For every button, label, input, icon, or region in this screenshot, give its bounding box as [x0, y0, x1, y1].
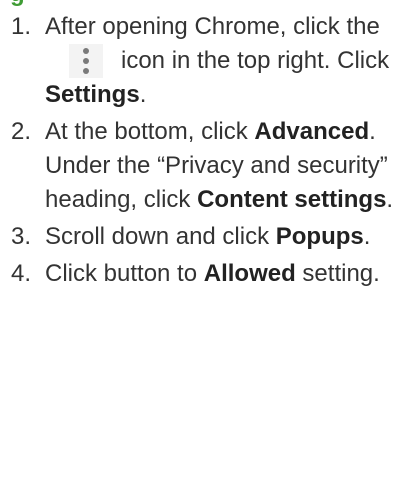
step-keyword: Allowed — [203, 260, 296, 287]
list-item: 2. At the bottom, click Advanced. Under … — [11, 115, 403, 217]
step-number: 2. — [11, 118, 32, 145]
list-item: 3. Scroll down and click Popups. — [11, 220, 403, 254]
section-heading-partial: g — [10, 0, 25, 6]
step-keyword: Popups — [275, 223, 364, 250]
step-text: icon in the top right. Click — [121, 47, 390, 74]
step-text: Scroll down and click — [45, 223, 276, 250]
step-text: At the bottom, click — [45, 118, 255, 145]
step-number: 3. — [11, 223, 32, 250]
list-item: 4. Click button to Allowed setting. — [11, 257, 403, 291]
step-keyword: Settings — [45, 81, 140, 108]
step-number: 4. — [11, 260, 32, 287]
step-keyword: Advanced — [254, 118, 370, 145]
step-text: setting. — [295, 260, 380, 287]
step-text: . — [386, 186, 394, 213]
step-text: . — [139, 81, 147, 108]
step-number: 1. — [11, 13, 32, 40]
step-text: Click button to — [45, 260, 204, 287]
step-text: . — [363, 223, 371, 250]
steps-list: 1. After opening Chrome, click the icon i… — [11, 10, 403, 294]
instructions-page: g 1. After opening Chrome, click the icon… — [0, 0, 406, 481]
step-text: After opening Chrome, click the — [45, 13, 380, 40]
list-item: 1. After opening Chrome, click the icon i… — [11, 10, 403, 112]
step-keyword: Content settings — [197, 186, 387, 213]
more-vertical-icon — [69, 44, 103, 78]
